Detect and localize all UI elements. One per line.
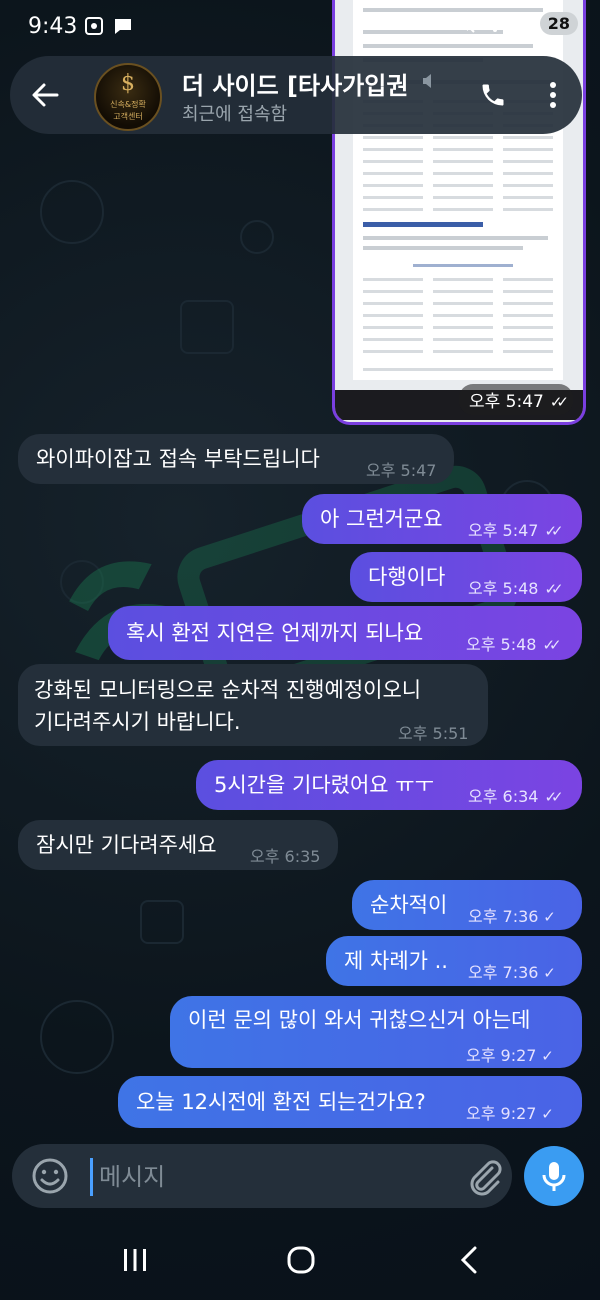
avatar-text: 고객센터 [113,112,143,121]
status-time: 9:43 [28,14,78,39]
incoming-message[interactable]: 와이파이잡고 접속 부탁드립니다 오후 5:47 [18,434,454,484]
signal-icon [514,15,531,32]
message-meta: 오후 5:47 ✓✓ [468,521,564,540]
call-button[interactable] [472,74,514,116]
message-text: 아 그런거군요 [320,507,443,531]
wallpaper-doodle [60,560,104,604]
message-input[interactable] [90,1158,461,1196]
wifi-icon [484,15,506,32]
chevron-left-icon [460,1246,477,1274]
message-meta: 오후 7:36 ✓ [468,963,556,982]
message-time: 오후 6:35 [250,847,321,866]
message-meta: 오후 5:48 ✓✓ [466,635,562,654]
message-meta: 오후 7:36 ✓ [468,907,556,926]
message-text: 순차적이 [370,893,448,917]
status-right: 28 [456,12,578,35]
paperclip-icon [470,1160,502,1196]
smile-icon [32,1158,68,1194]
message-text: 강화된 모니터링으로 순차적 진행예정이오니 [34,678,422,702]
avatar-text: 신속&정확 [110,100,146,109]
microphone-icon [542,1162,566,1191]
message-meta: 오후 6:34 ✓✓ [468,787,564,806]
recent-apps-button[interactable] [110,1240,160,1280]
wallpaper-doodle [40,180,104,244]
outgoing-message[interactable]: 아 그런거군요 오후 5:47 ✓✓ [302,494,582,544]
message-time: 오후 5:47 [366,461,437,480]
wallpaper-doodle [240,220,274,254]
message-text: 오늘 12시전에 환전 되는건가요? [136,1090,426,1114]
message-text: 잠시만 기다려주세요 [36,833,217,857]
wallpaper-doodle [180,300,234,354]
notification-count-badge: 28 [539,12,578,35]
message-text: 5시간을 기다렸어요 ㅠㅜ [214,773,434,797]
incoming-message[interactable]: 잠시만 기다려주세요 오후 6:35 [18,820,338,870]
outgoing-message[interactable]: 혹시 환전 지연은 언제까지 되나요 오후 5:48 ✓✓ [108,606,582,660]
message-text: 와이파이잡고 접속 부탁드립니다 [36,447,320,471]
chat-bubble-icon [112,16,134,41]
message-text: 제 차례가 .. [344,949,448,973]
attach-button[interactable] [464,1156,504,1196]
chat-title[interactable]: 더 사이드 [타사가입권 [182,66,422,101]
home-icon [287,1246,315,1274]
mute-icon [457,14,475,33]
outgoing-message[interactable]: 이런 문의 많이 와서 귀찮으신거 아는데 오후 9:27 ✓ [170,996,582,1068]
message-text: 이런 문의 많이 와서 귀찮으신거 아는데 [188,1008,531,1032]
system-nav-bar [0,1216,600,1300]
outgoing-message[interactable]: 5시간을 기다렸어요 ㅠㅜ 오후 6:34 ✓✓ [196,760,582,810]
message-meta: 오후 5:48 ✓✓ [468,579,564,598]
phone-icon [482,84,504,106]
message-text: 기다려주시기 바랍니다. [34,710,241,734]
arrow-left-icon [32,83,59,107]
chat-header: $ 신속&정확 고객센터 더 사이드 [타사가입권 최근에 접속함 [10,56,582,134]
avatar-logo-icon: $ [121,71,135,96]
wallpaper-doodle [40,1000,114,1074]
message-time: 오후 5:51 [398,724,469,743]
voice-record-button[interactable] [524,1146,584,1206]
message-text: 혹시 환전 지연은 언제까지 되나요 [126,621,424,645]
back-nav-button[interactable] [444,1240,494,1280]
back-button[interactable] [24,74,66,116]
more-vertical-icon [550,82,556,108]
recent-apps-icon [124,1249,146,1271]
message-meta: 오후 9:27 ✓ [466,1104,554,1123]
message-time: 오후 5:47 ✓✓ [459,384,573,415]
more-options-button[interactable] [532,74,574,116]
muted-icon [420,72,438,95]
outgoing-message[interactable]: 제 차례가 .. 오후 7:36 ✓ [326,936,582,986]
status-bar: 9:43 28 [0,0,600,56]
message-text: 다행이다 [368,565,446,589]
home-button[interactable] [276,1240,326,1280]
outgoing-message[interactable]: 오늘 12시전에 환전 되는건가요? 오후 9:27 ✓ [118,1076,582,1128]
message-composer [12,1144,512,1208]
screenshot-icon [84,16,104,41]
incoming-message[interactable]: 강화된 모니터링으로 순차적 진행예정이오니 기다려주시기 바랍니다. 오후 5… [18,664,488,746]
message-meta: 오후 9:27 ✓ [466,1046,554,1065]
emoji-button[interactable] [30,1156,70,1196]
wallpaper-doodle [140,900,184,944]
chat-status: 최근에 접속함 [182,104,288,125]
outgoing-message[interactable]: 다행이다 오후 5:48 ✓✓ [350,552,582,602]
avatar[interactable]: $ 신속&정확 고객센터 [94,63,162,131]
outgoing-message[interactable]: 순차적이 오후 7:36 ✓ [352,880,582,930]
